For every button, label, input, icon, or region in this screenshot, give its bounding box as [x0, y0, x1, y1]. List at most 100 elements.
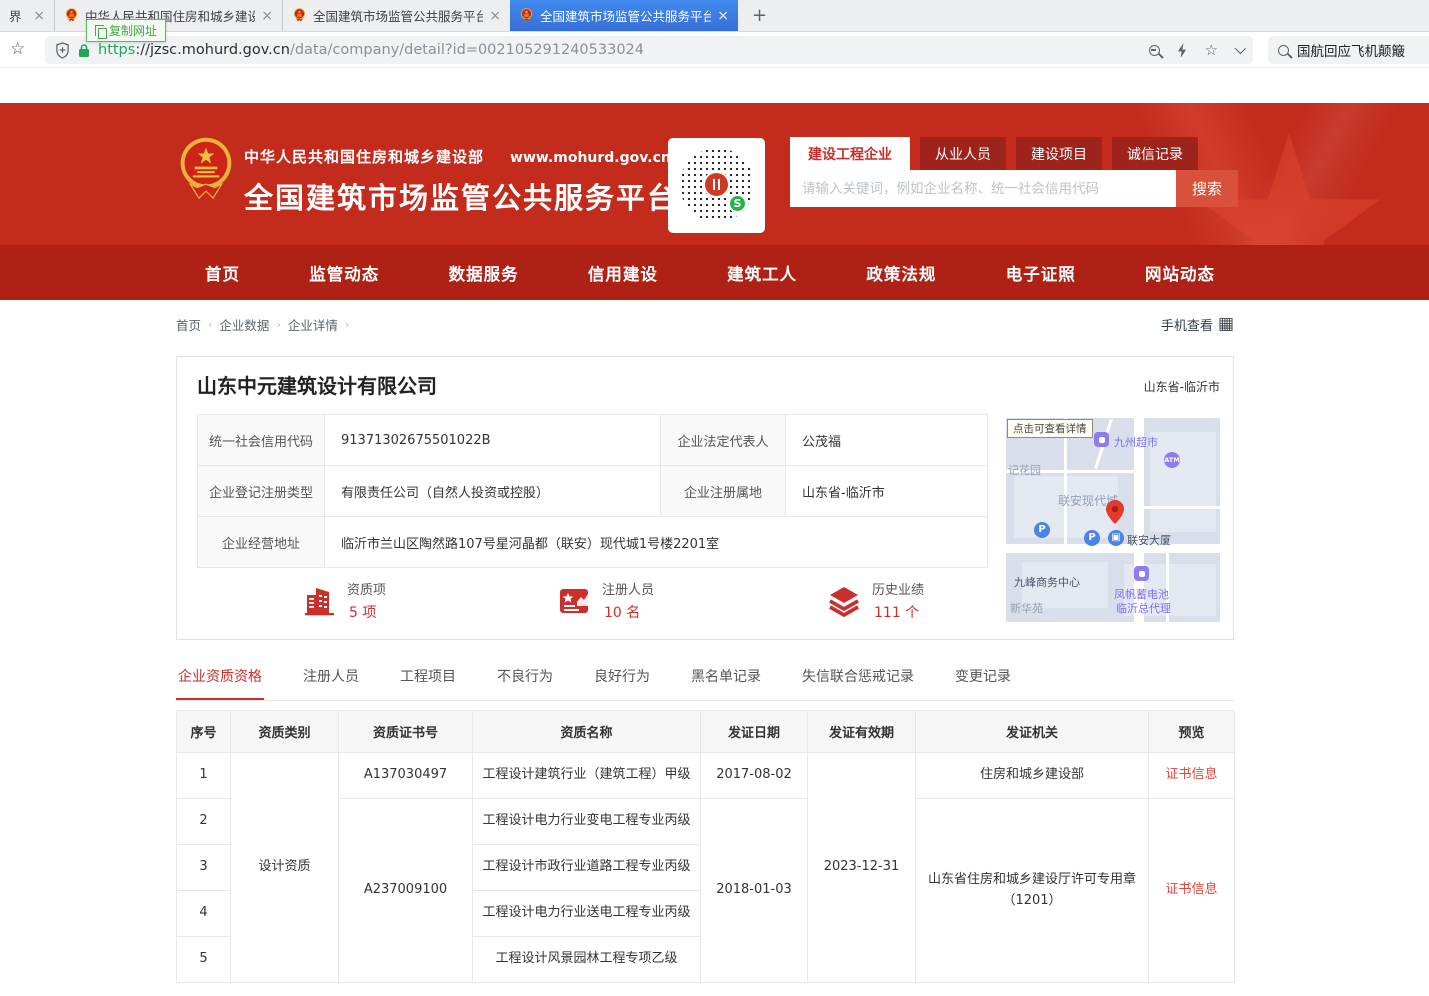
tab-blacklist[interactable]: 黑名单记录: [689, 663, 763, 700]
breadcrumb-separator: ›: [345, 318, 349, 331]
nav-item-home[interactable]: 首页: [205, 261, 240, 285]
search-tab-personnel[interactable]: 从业人员: [920, 137, 1006, 170]
table-row: 企业登记注册类型 有限责任公司（自然人投资或控股） 企业注册属地 山东省-临沂市: [198, 466, 988, 517]
emblem-favicon-icon: [519, 8, 534, 23]
browser-url-bar: ☆ https://jzsc.mohurd.gov.cn/data/compan…: [0, 32, 1429, 68]
lock-icon: [78, 43, 90, 58]
map-label-xinhua: 新华苑: [1010, 600, 1043, 616]
issue-date: 2018-01-03: [701, 799, 808, 983]
breadcrumb-enterprise-data[interactable]: 企业数据: [219, 315, 269, 334]
map-tooltip: 点击可查看详情: [1007, 419, 1093, 438]
nav-item-supervision[interactable]: 监管动态: [309, 261, 379, 285]
close-icon[interactable]: ×: [33, 9, 45, 23]
keyword-search-input[interactable]: [790, 170, 1176, 207]
main-navigation: 首页 监管动态 数据服务 信用建设 建筑工人 政策法规 电子证照 网站动态: [0, 245, 1429, 300]
nav-item-site-news[interactable]: 网站动态: [1145, 261, 1215, 285]
qualification-name: 工程设计市政行业道路工程专业丙级: [473, 845, 701, 891]
tab-registered-personnel[interactable]: 注册人员: [301, 663, 361, 700]
field-label: 企业登记注册类型: [198, 466, 325, 517]
quick-search-box[interactable]: 国航回应飞机颠簸: [1268, 36, 1429, 64]
qualification-name: 工程设计风景园林工程专项乙级: [473, 937, 701, 983]
registration-place-value: 山东省-临沂市: [786, 466, 988, 517]
breadcrumb-separator: ›: [276, 318, 280, 331]
stat-label: 资质项: [347, 579, 386, 598]
col-header-cert-no: 资质证书号: [339, 711, 473, 753]
bookmark-star-icon[interactable]: ☆: [10, 39, 25, 59]
tab-dishonesty-records[interactable]: 失信联合惩戒记录: [800, 663, 916, 700]
ministry-name: 中华人民共和国住房和城乡建设部: [244, 146, 484, 167]
map-building-marker-icon: ▣: [1108, 530, 1124, 546]
issuing-authority: 住房和城乡建设部: [916, 753, 1149, 799]
cert-number: A237009100: [339, 799, 473, 983]
map-label-garden: 记花园: [1008, 462, 1041, 478]
col-header-category: 资质类别: [231, 711, 339, 753]
close-icon[interactable]: ×: [717, 9, 729, 23]
issuing-authority: 山东省住房和城乡建设厅许可专用章（1201）: [916, 799, 1149, 983]
map-label-battery-line2: 临沂总代理: [1116, 600, 1171, 616]
zoom-out-icon[interactable]: [1149, 45, 1160, 56]
tab-projects[interactable]: 工程项目: [398, 663, 458, 700]
company-location-map[interactable]: 点击可查看详情 九州超市 ATM 记花园 联安现代城 ▣ 联安大厦 P P 九峰…: [1006, 418, 1220, 622]
favorite-star-icon[interactable]: ☆: [1205, 43, 1218, 58]
quick-search-text[interactable]: 国航回应飞机颠簸: [1297, 40, 1405, 60]
row-no: 2: [177, 799, 231, 845]
nav-item-workers[interactable]: 建筑工人: [727, 261, 797, 285]
table-row: 1 设计资质 A137030497 工程设计建筑行业（建筑工程）甲级 2017-…: [177, 753, 1235, 799]
col-header-issue-date: 发证日期: [701, 711, 808, 753]
search-tab-enterprise[interactable]: 建设工程企业: [790, 137, 910, 170]
search-tab-project[interactable]: 建设项目: [1016, 137, 1102, 170]
browser-tab-active[interactable]: 全国建筑市场监管公共服务平台 ×: [510, 0, 738, 31]
tab-change-records[interactable]: 变更记录: [953, 663, 1013, 700]
detail-tab-bar: 企业资质资格 注册人员 工程项目 不良行为 良好行为 黑名单记录 失信联合惩戒记…: [176, 663, 1234, 701]
company-stats: 资质项 5 项 注册人员 10 名 历史业绩: [197, 579, 987, 631]
address-bar[interactable]: https://jzsc.mohurd.gov.cn/data/company/…: [45, 36, 1253, 64]
company-name: 山东中元建筑设计有限公司: [197, 370, 437, 399]
stat-qualifications[interactable]: 资质项 5 项: [302, 579, 386, 622]
chevron-down-icon[interactable]: [1235, 43, 1246, 54]
legal-person-value: 公茂福: [786, 415, 988, 466]
tab-good-behavior[interactable]: 良好行为: [592, 663, 652, 700]
nav-item-e-license[interactable]: 电子证照: [1006, 261, 1076, 285]
mobile-view-label: 手机查看: [1161, 315, 1213, 334]
browser-tab-jzsc[interactable]: 全国建筑市场监管公共服务平台 ×: [282, 0, 510, 31]
tab-bad-behavior[interactable]: 不良行为: [495, 663, 555, 700]
stat-registered-personnel[interactable]: 注册人员 10 名: [557, 579, 654, 622]
row-no: 3: [177, 845, 231, 891]
nav-item-credit[interactable]: 信用建设: [588, 261, 658, 285]
national-emblem-icon: [178, 136, 234, 206]
col-header-validity: 发证有效期: [808, 711, 916, 753]
search-tab-credit[interactable]: 诚信记录: [1112, 137, 1198, 170]
tab-title: 全国建筑市场监管公共服务平台: [313, 6, 483, 25]
stat-label: 历史业绩: [872, 579, 924, 598]
map-poi-marker-icon: [1134, 566, 1149, 581]
stat-value: 111 个: [872, 602, 919, 622]
close-icon[interactable]: ×: [261, 9, 273, 23]
new-tab-button[interactable]: +: [738, 0, 781, 31]
tab-qualifications[interactable]: 企业资质资格: [176, 663, 264, 700]
mobile-view-control[interactable]: 手机查看 ▦: [1161, 315, 1234, 334]
nav-item-data-service[interactable]: 数据服务: [449, 261, 519, 285]
qualification-name: 工程设计电力行业变电工程专业丙级: [473, 799, 701, 845]
search-button[interactable]: 搜索: [1176, 170, 1238, 207]
qr-code-icon[interactable]: ▦: [1218, 316, 1234, 333]
map-pin-icon: [1106, 500, 1124, 524]
emblem-favicon-icon: [292, 8, 307, 23]
shield-icon[interactable]: [55, 42, 70, 59]
col-header-authority: 发证机关: [916, 711, 1149, 753]
certificate-info-link[interactable]: 证书信息: [1165, 767, 1217, 782]
qualification-table: 序号 资质类别 资质证书号 资质名称 发证日期 发证有效期 发证机关 预览 1 …: [176, 710, 1235, 983]
copy-url-tooltip: 复制网址: [86, 19, 166, 42]
ministry-url: www.mohurd.gov.cn: [510, 150, 671, 166]
nav-item-policy[interactable]: 政策法规: [866, 261, 936, 285]
stat-historical-performance[interactable]: 历史业绩 111 个: [827, 579, 924, 622]
qr-center-logo-icon: [703, 171, 730, 198]
certificate-info-link[interactable]: 证书信息: [1165, 882, 1217, 897]
browser-tab-partial[interactable]: 界 ×: [0, 0, 54, 31]
close-icon[interactable]: ×: [489, 9, 501, 23]
col-header-no: 序号: [177, 711, 231, 753]
header-search-module: 建设工程企业 从业人员 建设项目 诚信记录 搜索: [790, 137, 1238, 207]
lightning-icon[interactable]: [1177, 43, 1188, 58]
breadcrumb-home[interactable]: 首页: [176, 315, 201, 334]
breadcrumb-enterprise-detail[interactable]: 企业详情: [288, 315, 338, 334]
map-label-supermarket: 九州超市: [1114, 434, 1158, 450]
